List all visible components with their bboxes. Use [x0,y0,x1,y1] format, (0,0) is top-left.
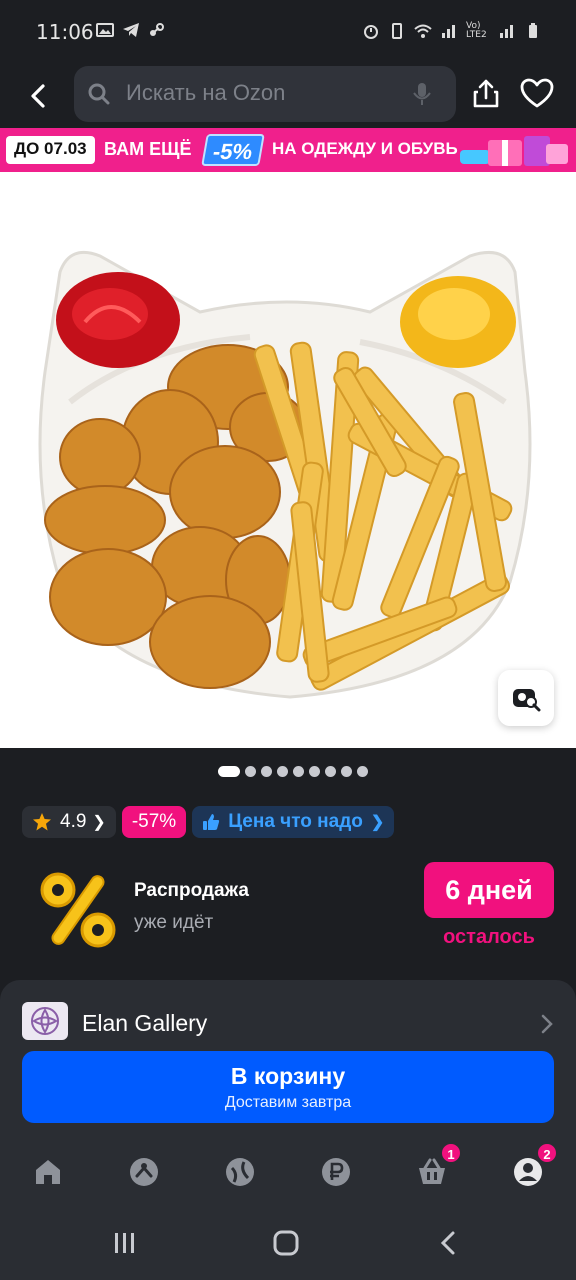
sale-subtitle: уже идёт [134,912,214,933]
nav-cart[interactable]: 1 [416,1142,462,1188]
percent-icon [40,872,116,948]
wallet-icon [322,1158,350,1186]
alarm-icon [364,25,378,39]
gallery-dot[interactable] [325,766,336,777]
system-navigation-bar [0,1204,576,1280]
product-image [38,251,532,699]
promo-date: ДО 07.03 [6,136,95,164]
photo-search-icon [513,689,541,712]
rating-value: 4.9 [60,811,87,832]
bottom-navigation: 1 2 [0,1142,576,1204]
signal-icon [442,25,455,38]
status-time: 11:06 [36,20,94,44]
gallery-dot[interactable] [245,766,256,777]
chevron-right-icon: ❯ [92,814,106,831]
profile-badge: 2 [536,1142,558,1164]
signal-icon-2 [500,25,513,38]
gallery-dot[interactable] [293,766,304,777]
image-notification-icon [96,23,114,37]
battery-saver-icon [392,23,402,39]
catalog-icon [130,1158,158,1186]
chips-row: 4.9 ❯ -57% Цена что надо ❯ [22,806,395,838]
nav-catalog[interactable] [128,1156,160,1188]
search-icon [88,83,110,105]
recent-apps-icon[interactable] [112,1230,138,1256]
price-badge-chip[interactable]: Цена что надо ❯ [192,806,395,838]
promo-text-left: ВАМ ЕЩЁ [104,139,192,159]
top-bar: Искать на Ozon [0,66,576,128]
sale-title: Распродажа [134,880,249,901]
search-input[interactable]: Искать на Ozon [74,66,456,122]
nav-home[interactable] [32,1156,64,1188]
chevron-right-icon: ❯ [370,814,385,831]
search-placeholder: Искать на Ozon [126,80,286,105]
gallery-dot[interactable] [261,766,272,777]
chevron-right-icon[interactable] [540,1014,554,1034]
back-arrow-icon [31,84,45,108]
gallery-dot[interactable] [341,766,352,777]
steam-icon [150,23,164,36]
gallery-dot[interactable] [218,766,240,777]
battery-icon [529,23,537,38]
wifi-icon [414,24,432,38]
home-icon [36,1160,60,1184]
star-icon [33,813,51,831]
days-left-label: осталось [443,926,535,948]
microphone-icon[interactable] [412,82,432,106]
status-notification-icons [96,22,166,38]
sale-row[interactable]: Распродажа уже идёт 6 дней осталось [0,862,576,962]
discount-chip: -57% [121,806,187,838]
product-info-card: 4.9 ❯ -57% Цена что надо ❯ Распродажа уж… [0,790,576,968]
gallery-dot[interactable] [309,766,320,777]
rating-chip[interactable]: 4.9 ❯ [22,806,116,838]
promo-banner[interactable]: ДО 07.03 ВАМ ЕЩЁ -5% НА ОДЕЖДУ И ОБУВЬ [0,128,576,172]
gallery-dot[interactable] [277,766,288,777]
thumbs-up-icon [203,814,220,830]
telegram-icon [123,23,139,37]
promo-text-right: НА ОДЕЖДУ И ОБУВЬ [272,139,458,158]
days-badge: 6 дней [424,862,554,918]
product-image-gallery[interactable] [0,172,576,748]
seller-logo-icon [31,1007,59,1035]
back-button[interactable] [20,78,56,114]
fresh-icon [226,1158,254,1186]
favorite-heart-icon[interactable] [520,78,554,110]
network-label: Vo) LTE2 [466,21,487,40]
price-badge-label: Цена что надо [228,811,363,832]
nav-wallet[interactable] [320,1156,352,1188]
home-button-icon[interactable] [273,1230,299,1256]
share-icon[interactable] [470,78,502,110]
delivery-label: Доставим завтра [224,1094,352,1111]
seller-name[interactable]: Elan Gallery [82,1010,207,1037]
nav-fresh[interactable] [224,1156,256,1188]
gallery-dot[interactable] [357,766,368,777]
gift-boxes-illustration [460,136,568,166]
visual-search-button[interactable] [498,670,554,726]
nav-profile[interactable]: 2 [512,1142,558,1188]
status-bar: 11:06 Vo) LTE2 [0,0,576,66]
system-back-icon[interactable] [436,1230,462,1256]
seller-logo[interactable] [22,1002,68,1040]
add-to-cart-label: В корзину [230,1063,346,1089]
cart-badge: 1 [440,1142,462,1164]
add-to-cart-button[interactable]: В корзину Доставим завтра [22,1051,554,1123]
status-system-icons: Vo) LTE2 [362,22,542,40]
promo-discount-badge: -5% [201,134,265,166]
gallery-pagination [218,766,368,777]
